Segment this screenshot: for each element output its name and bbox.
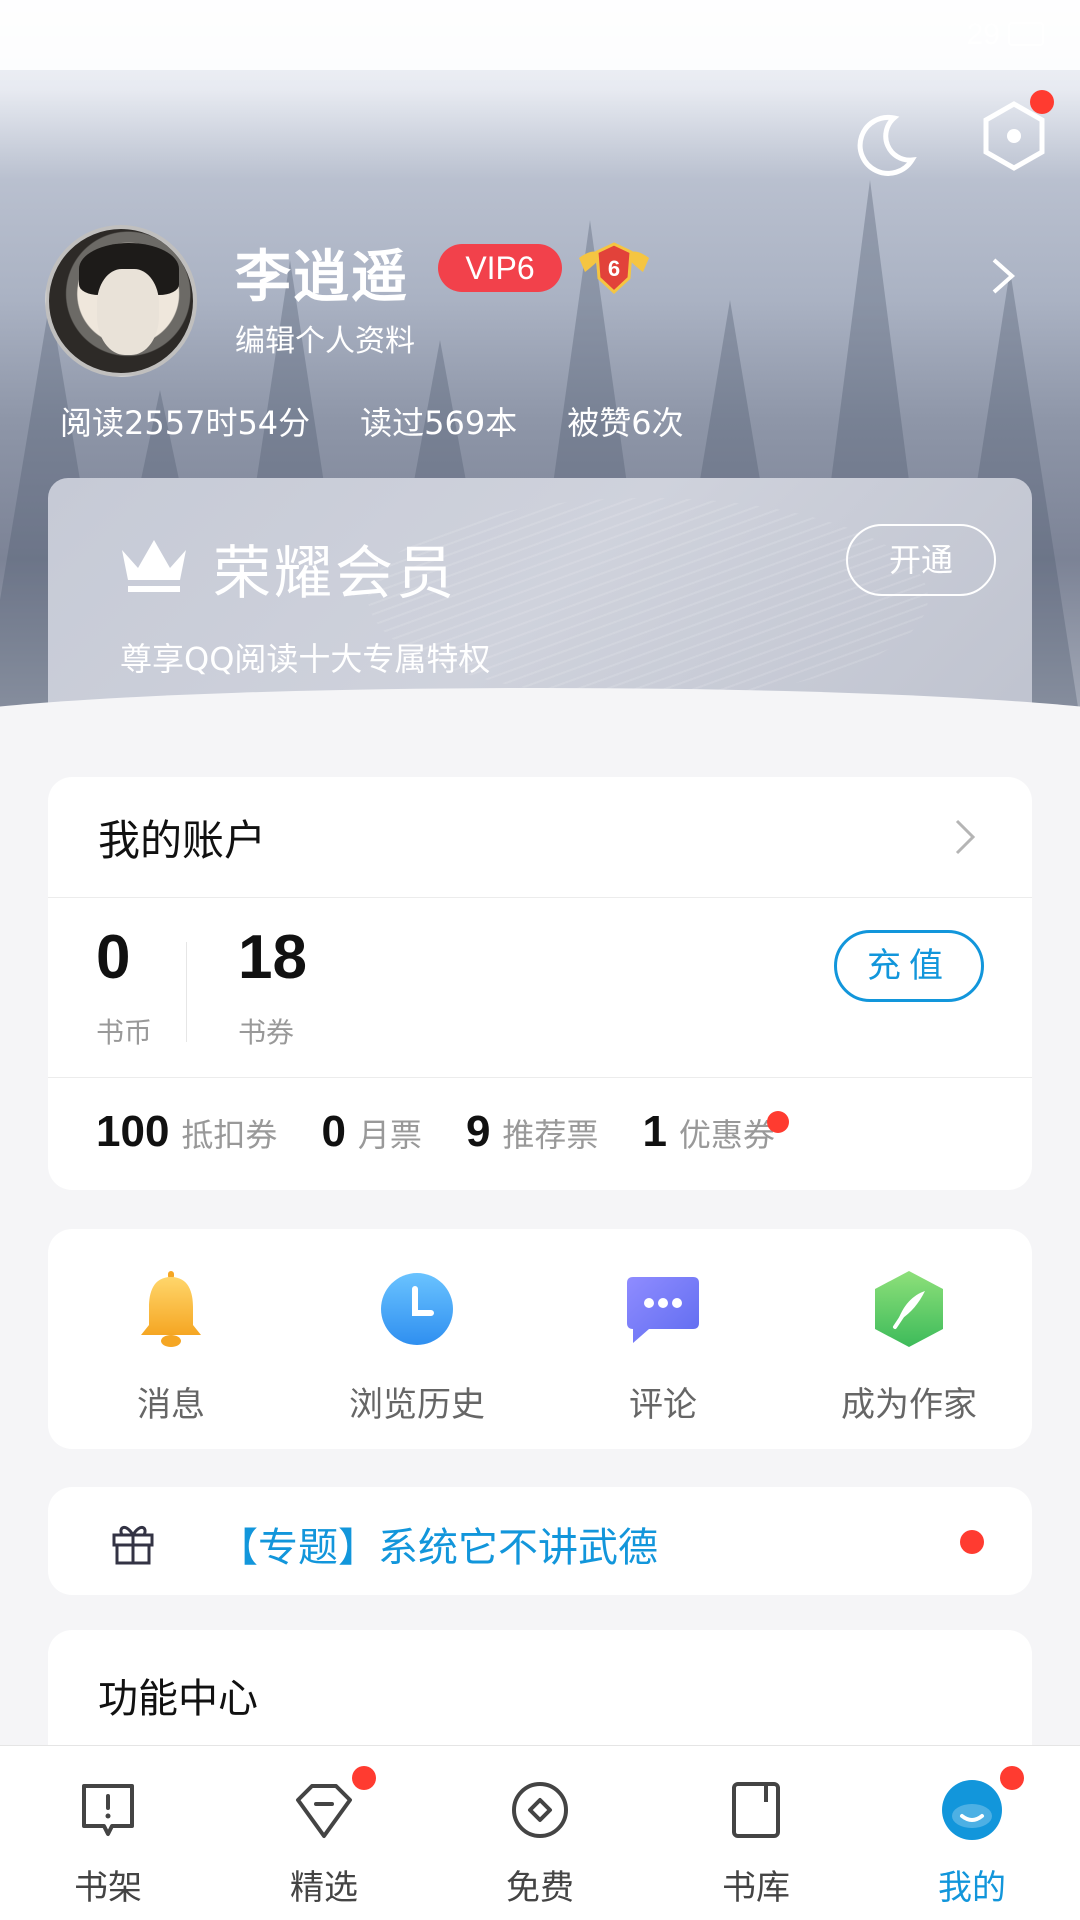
topic-notification-dot (960, 1530, 984, 1554)
account-arrow[interactable] (953, 817, 977, 857)
level-number: 6 (608, 256, 620, 281)
feather-icon (875, 1271, 943, 1347)
profile-header: 29 李逍遥 VIP6 6 编辑个人资料 阅读2557时54分 读过569本 被… (0, 0, 1080, 720)
tab-label: 免费 (506, 1868, 574, 1908)
wing-shield-icon: 6 (579, 242, 649, 295)
messages-label: 消息 (137, 1385, 205, 1425)
topic-text: 【专题】系统它不讲武德 (218, 1525, 658, 1571)
deduction-ticket[interactable]: 100 抵扣券 (96, 1107, 277, 1157)
account-card: 我的账户 0 书币 18 书券 充值 100 抵扣券 0 月票 9 推荐票 1 … (48, 777, 1032, 1190)
history-button[interactable]: 浏览历史 (294, 1229, 540, 1449)
profile-arrow-button[interactable] (988, 256, 1018, 296)
comments-label: 评论 (629, 1385, 697, 1425)
voucher-value: 18 (238, 923, 307, 992)
library-icon (732, 1782, 780, 1838)
me-icon (942, 1780, 1002, 1840)
coupon-notification-dot (766, 1111, 789, 1133)
voucher-balance[interactable]: 18 书券 (238, 927, 307, 1051)
battery-icon (1008, 22, 1044, 46)
bottom-tab-bar: 书架 精选 免费 书库 我的 (0, 1745, 1080, 1920)
divider (186, 942, 187, 1042)
recommend-ticket[interactable]: 9 推荐票 (466, 1107, 599, 1157)
ticket-row: 100 抵扣券 0 月票 9 推荐票 1 优惠券 (96, 1107, 819, 1157)
ticket-label: 推荐票 (502, 1116, 599, 1154)
messages-button[interactable]: 消息 (48, 1229, 294, 1449)
function-center-title: 功能中心 (98, 1676, 258, 1722)
coin-value: 0 (96, 923, 131, 992)
divider (48, 897, 1032, 898)
gift-icon (112, 1526, 154, 1565)
become-author-button[interactable]: 成为作家 (786, 1229, 1032, 1449)
me-notification-dot (1000, 1766, 1024, 1790)
clock-icon (381, 1273, 453, 1345)
quick-actions-card: 消息 浏览历史 评论 成为作家 (48, 1229, 1032, 1449)
vip-membership-card[interactable]: 荣耀会员 开通 尊享QQ阅读十大专属特权 (48, 478, 1032, 720)
likes-stat: 被赞6次 (567, 404, 684, 442)
vip-open-button[interactable]: 开通 (846, 524, 996, 596)
monthly-ticket[interactable]: 0 月票 (321, 1107, 422, 1157)
vip-level-badge[interactable]: VIP6 (438, 244, 562, 292)
ticket-label: 月票 (357, 1116, 422, 1154)
settings-notification-dot (1030, 90, 1054, 114)
tab-label: 我的 (938, 1868, 1006, 1908)
account-title[interactable]: 我的账户 (98, 807, 266, 868)
level-badge[interactable]: 6 (575, 240, 653, 296)
topic-banner[interactable]: 【专题】系统它不讲武德 (48, 1487, 1032, 1595)
status-time: 29 (966, 18, 1000, 51)
comment-icon (627, 1277, 699, 1343)
status-bar: 29 (0, 0, 1080, 70)
username[interactable]: 李逍遥 (235, 232, 409, 313)
tab-me[interactable]: 我的 (864, 1746, 1080, 1920)
night-mode-button[interactable] (850, 110, 920, 180)
ticket-value: 0 (321, 1107, 346, 1156)
avatar[interactable] (45, 225, 197, 377)
ticket-label: 优惠券 (678, 1116, 775, 1154)
comments-button[interactable]: 评论 (540, 1229, 786, 1449)
bookshelf-icon (82, 1784, 134, 1836)
become-author-label: 成为作家 (841, 1385, 977, 1425)
coin-balance[interactable]: 0 书币 (96, 927, 152, 1051)
reading-time-stat: 阅读2557时54分 (60, 404, 311, 442)
vip-subtitle: 尊享QQ阅读十大专属特权 (120, 640, 491, 678)
coin-label: 书币 (96, 1016, 153, 1049)
recharge-button[interactable]: 充值 (834, 930, 984, 1002)
tab-library[interactable]: 书库 (648, 1746, 864, 1920)
edit-profile-link[interactable]: 编辑个人资料 (235, 316, 415, 360)
ticket-value: 9 (465, 1107, 491, 1156)
moon-icon (857, 114, 917, 176)
ticket-label: 抵扣券 (181, 1116, 278, 1154)
free-icon (512, 1782, 568, 1838)
reading-stats: 阅读2557时54分 读过569本 被赞6次 (60, 398, 684, 444)
voucher-label: 书券 (238, 1016, 295, 1049)
history-label: 浏览历史 (349, 1385, 485, 1425)
tab-label: 精选 (290, 1868, 358, 1908)
tab-bookshelf[interactable]: 书架 (0, 1746, 216, 1920)
featured-icon (296, 1784, 352, 1838)
vip-title: 荣耀会员 (213, 539, 458, 607)
tab-featured[interactable]: 精选 (216, 1746, 432, 1920)
books-read-stat: 读过569本 (360, 404, 518, 442)
coupon-ticket[interactable]: 1 优惠券 (642, 1107, 789, 1157)
ticket-value: 1 (642, 1107, 667, 1156)
tab-label: 书架 (74, 1868, 142, 1908)
chevron-right-icon (992, 258, 1016, 294)
ticket-value: 100 (96, 1107, 170, 1156)
crown-icon (122, 540, 186, 592)
tab-free[interactable]: 免费 (432, 1746, 648, 1920)
tab-label: 书库 (722, 1868, 790, 1908)
bell-icon (141, 1271, 201, 1347)
chevron-right-icon (955, 819, 976, 855)
divider (48, 1077, 1032, 1078)
featured-notification-dot (352, 1766, 376, 1790)
